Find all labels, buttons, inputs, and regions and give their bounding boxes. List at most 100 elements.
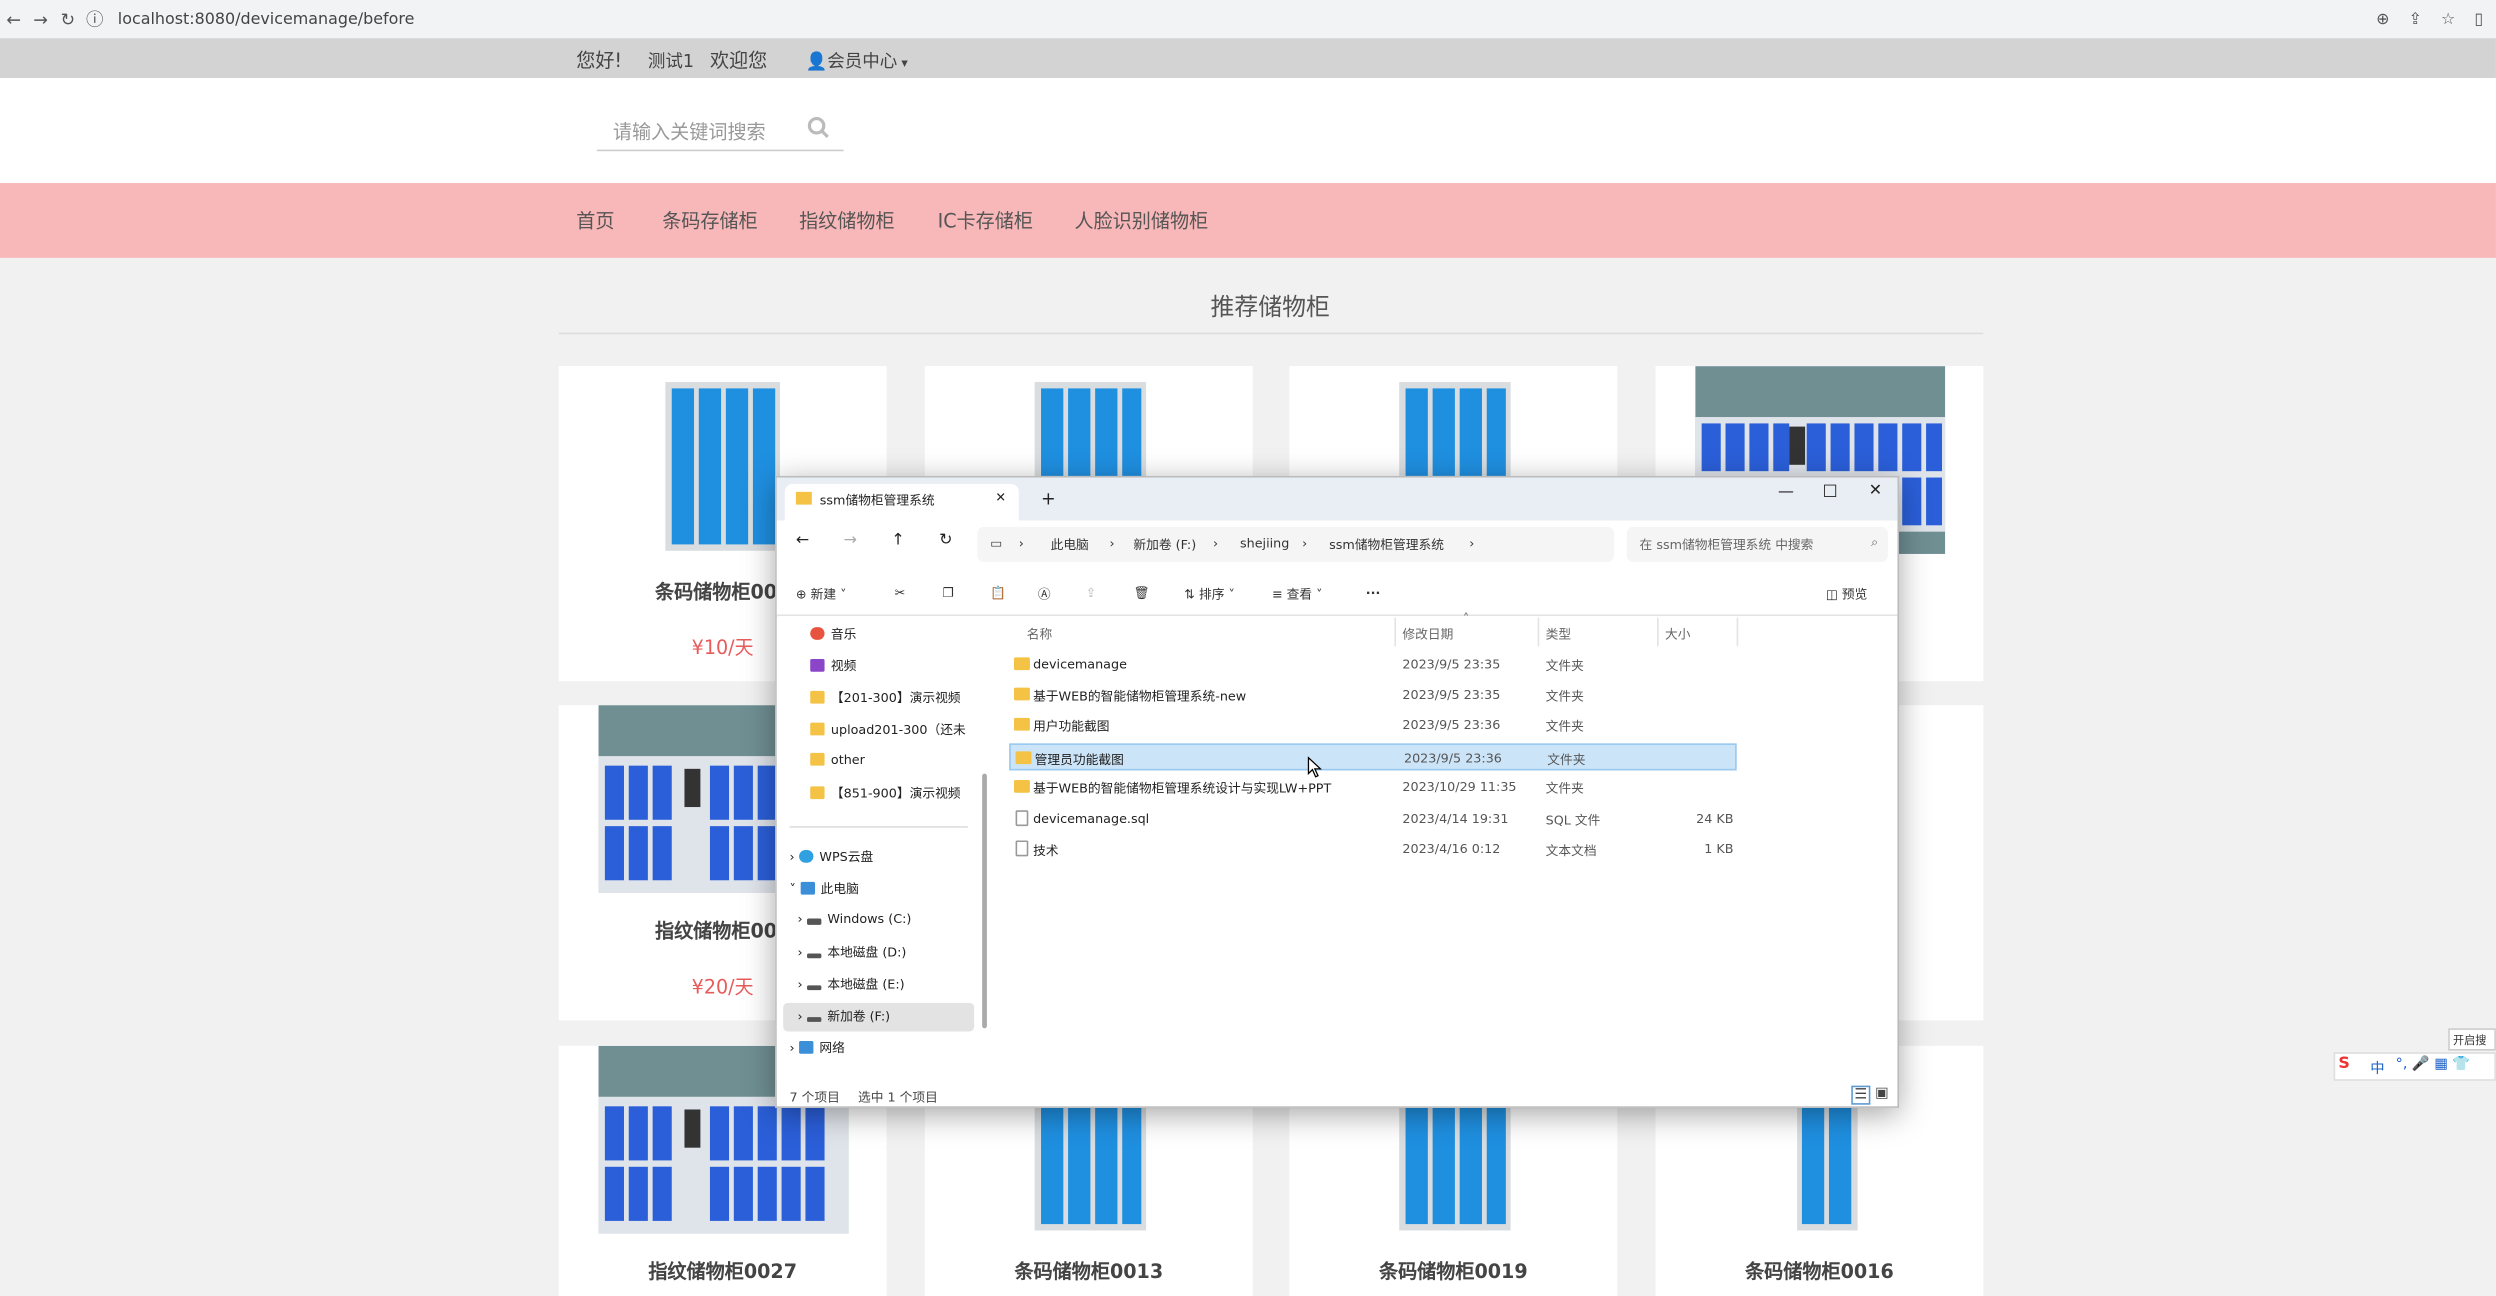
- file-icon: [1015, 810, 1029, 827]
- column-header-modified[interactable]: 修改日期: [1402, 626, 1453, 644]
- address-bar[interactable]: localhost:8080/devicemanage/before: [118, 10, 415, 28]
- section-divider: [558, 332, 1984, 335]
- zoom-icon[interactable]: ⊕: [2376, 10, 2389, 28]
- sidebar-item-folder[interactable]: other: [810, 752, 865, 778]
- up-icon[interactable]: ↑: [891, 532, 904, 550]
- file-type: 文本文档: [1545, 843, 1597, 858]
- close-window-icon[interactable]: ✕: [1869, 482, 1882, 500]
- file-name: devicemanage.sql: [1033, 811, 1150, 827]
- share-icon[interactable]: ⇪: [2409, 10, 2422, 28]
- column-divider: [1537, 617, 1540, 647]
- back-icon[interactable]: ←: [796, 532, 809, 550]
- file-row-selected[interactable]: 管理员功能截图 2023/9/5 23:36 文件夹: [1009, 743, 1737, 771]
- file-row[interactable]: 基于WEB的智能储物柜管理系统-new 2023/9/5 23:35 文件夹: [1009, 681, 1736, 708]
- more-options-button[interactable]: ···: [1366, 586, 1381, 600]
- file-type: 文件夹: [1545, 659, 1584, 674]
- sidebar-divider: [789, 826, 968, 828]
- info-icon[interactable]: ⓘ: [81, 6, 108, 31]
- breadcrumb-item[interactable]: 此电脑: [1051, 536, 1089, 554]
- column-header-type[interactable]: 类型: [1546, 626, 1571, 644]
- member-center-dropdown[interactable]: 👤会员中心 ▾: [805, 48, 907, 73]
- breadcrumb-item[interactable]: shejiing: [1240, 536, 1289, 550]
- chevron-right-icon: ›: [797, 1009, 807, 1024]
- nav-iccard-lockers[interactable]: IC卡存储柜: [938, 207, 1033, 234]
- search-icon: ⌕: [1871, 534, 1879, 550]
- nav-barcode-lockers[interactable]: 条码存储柜: [662, 207, 758, 234]
- file-name: 用户功能截图: [1033, 719, 1110, 734]
- paste-icon[interactable]: 📋: [990, 586, 1006, 600]
- maximize-icon[interactable]: □: [1823, 482, 1838, 500]
- sidebar-item-drive-d[interactable]: › 本地磁盘 (D:): [797, 944, 906, 969]
- card-title[interactable]: 条码储物柜0019: [1289, 1258, 1617, 1285]
- back-icon[interactable]: ←: [0, 9, 27, 30]
- sidebar-item-network[interactable]: › 网络: [790, 1039, 845, 1064]
- sidebar-item-this-pc[interactable]: ˅ 此电脑: [790, 880, 859, 905]
- sort-button[interactable]: ⇅ 排序 ˅: [1184, 586, 1235, 604]
- new-tab-icon[interactable]: +: [1041, 489, 1056, 510]
- sidebar-item-videos[interactable]: 视频: [810, 657, 856, 682]
- forward-icon[interactable]: →: [27, 9, 54, 30]
- cut-icon[interactable]: ✂: [895, 586, 906, 600]
- username-link[interactable]: 测试1: [648, 48, 694, 73]
- file-row[interactable]: devicemanage.sql 2023/4/14 19:31 SQL 文件 24 …: [1009, 805, 1736, 832]
- file-explorer-window[interactable]: ssm储物柜管理系统 ✕ + — □ ✕ ← → ↑ ↻ ▭ › 此电脑 › 新…: [775, 475, 1900, 1108]
- card-title[interactable]: 条码储物柜0013: [925, 1258, 1253, 1285]
- sidebar-item-drive-c[interactable]: › Windows (C:): [797, 912, 911, 937]
- sidebar-item-folder[interactable]: upload201-300（还未: [810, 721, 966, 746]
- sidebar-scrollbar[interactable]: [982, 773, 987, 1029]
- file-row[interactable]: 技术 2023/4/16 0:12 文本文档 1 KB: [1009, 836, 1736, 863]
- file-row[interactable]: devicemanage 2023/9/5 23:35 文件夹: [1009, 651, 1736, 678]
- minimize-icon[interactable]: —: [1778, 484, 1794, 502]
- rename-icon[interactable]: Ⓐ: [1038, 586, 1051, 604]
- nav-home[interactable]: 首页: [576, 207, 614, 234]
- chevron-right-icon: ›: [797, 945, 807, 960]
- card-title[interactable]: 指纹储物柜0027: [559, 1258, 887, 1285]
- reload-icon[interactable]: ↻: [54, 9, 81, 30]
- breadcrumb-item[interactable]: ssm储物柜管理系统: [1329, 536, 1444, 554]
- explorer-tab[interactable]: ssm储物柜管理系统 ✕: [784, 483, 1019, 521]
- sidebar-item-drive-f[interactable]: › 新加卷 (F:): [797, 1008, 890, 1033]
- explorer-titlebar: ssm储物柜管理系统 ✕ + — □ ✕: [776, 477, 1898, 521]
- sidebar-label: WPS云盘: [819, 850, 874, 865]
- sidebar-item-folder[interactable]: 【851-900】演示视频: [810, 785, 961, 810]
- nav-face-lockers[interactable]: 人脸识别储物柜: [1074, 207, 1208, 234]
- new-button[interactable]: ⊕ 新建 ˅: [796, 586, 847, 604]
- file-name: 基于WEB的智能储物柜管理系统设计与实现LW+PPT: [1033, 781, 1332, 796]
- file-type: 文件夹: [1545, 719, 1584, 734]
- sidebar-item-wps[interactable]: › WPS云盘: [789, 848, 874, 873]
- forward-icon[interactable]: →: [844, 532, 857, 550]
- column-header-name[interactable]: 名称: [1027, 626, 1052, 644]
- share-icon[interactable]: ⇪: [1086, 586, 1097, 600]
- bookmark-star-icon[interactable]: ☆: [2441, 10, 2455, 28]
- sidebar-item-folder[interactable]: 【201-300】演示视频: [810, 689, 961, 714]
- close-tab-icon[interactable]: ✕: [995, 490, 1006, 504]
- breadcrumb[interactable]: ▭ › 此电脑 › 新加卷 (F:) › shejiing › ssm储物柜管理…: [977, 526, 1615, 562]
- delete-icon[interactable]: 🗑: [1133, 586, 1149, 600]
- refresh-icon[interactable]: ↻: [939, 532, 952, 550]
- card-title[interactable]: 条码储物柜0016: [1655, 1258, 1983, 1285]
- item-count: 7 个项目: [789, 1090, 840, 1105]
- column-header-size[interactable]: 大小: [1665, 626, 1690, 644]
- ime-toolbar[interactable]: S 中 °, 🎤 ▦ 👕: [2333, 1052, 2496, 1081]
- tiles-view-icon[interactable]: ▣: [1875, 1086, 1889, 1102]
- sidebar-item-music[interactable]: 音乐: [810, 626, 856, 651]
- sidebar-item-drive-e[interactable]: › 本地磁盘 (E:): [797, 976, 904, 1001]
- details-view-icon[interactable]: ☰: [1851, 1085, 1871, 1105]
- view-button[interactable]: ≡ 查看 ˅: [1272, 586, 1323, 604]
- preview-pane-button[interactable]: ◫ 预览: [1826, 586, 1868, 604]
- sort-up-icon: ˄: [1462, 611, 1470, 626]
- file-row[interactable]: 用户功能截图 2023/9/5 23:36 文件夹: [1009, 712, 1736, 739]
- chevron-right-icon: ›: [797, 912, 807, 927]
- breadcrumb-item[interactable]: 新加卷 (F:): [1133, 536, 1196, 554]
- ime-mode-label[interactable]: 中: [2370, 1057, 2384, 1078]
- file-row[interactable]: 基于WEB的智能储物柜管理系统设计与实现LW+PPT 2023/10/29 11:…: [1009, 774, 1736, 801]
- ime-tools-icon[interactable]: °, 🎤 ▦ 👕: [2396, 1057, 2471, 1073]
- sidepanel-icon[interactable]: ▯: [2474, 10, 2483, 28]
- search-icon[interactable]: [807, 116, 829, 139]
- sogou-logo-icon: S: [2338, 1055, 2350, 1073]
- explorer-search-input[interactable]: 在 ssm储物柜管理系统 中搜索 ⌕: [1626, 526, 1888, 562]
- chevron-right-icon: ›: [789, 850, 799, 865]
- nav-fingerprint-lockers[interactable]: 指纹储物柜: [799, 207, 895, 234]
- drive-icon: [806, 1017, 821, 1022]
- copy-icon[interactable]: ❐: [942, 586, 953, 600]
